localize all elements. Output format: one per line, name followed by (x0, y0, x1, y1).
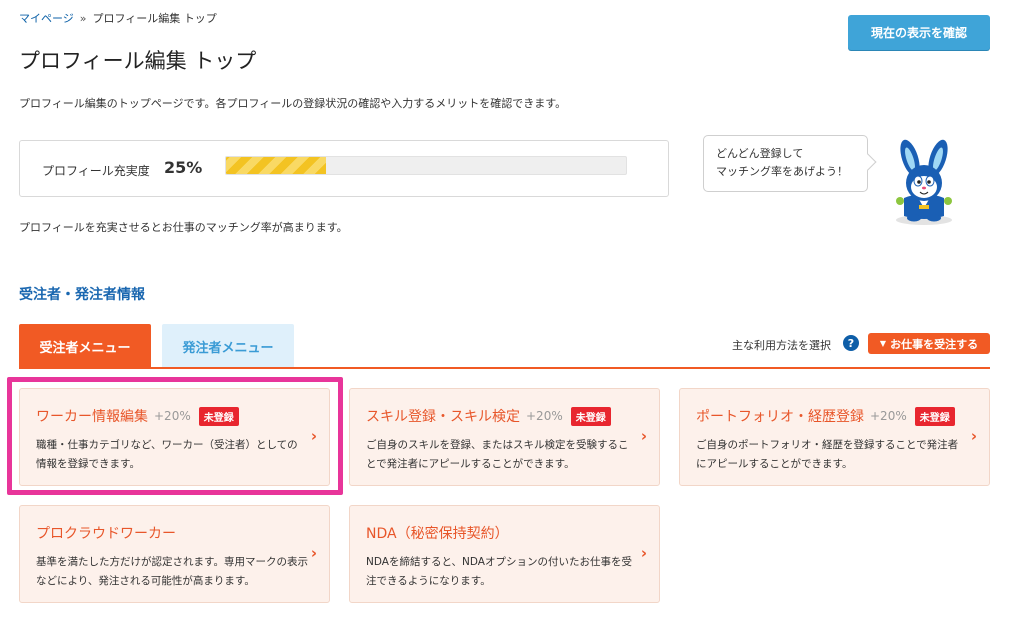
card-description: ご自身のポートフォリオ・経歴を登録することで発注者にアピールすることができます。 (696, 439, 959, 470)
card-description: 職種・仕事カテゴリなど、ワーカー（受注者）としての情報を登録できます。 (36, 439, 298, 470)
card-title: NDA（秘密保持契約） (366, 523, 509, 543)
card-title-text: ワーカー情報編集 (36, 409, 148, 425)
card-description: 基準を満たした方だけが認定されます。専用マークの表示などにより、発注される可能性… (36, 556, 308, 587)
card-pro-crowdworker[interactable]: プロクラウドワーカー 基準を満たした方だけが認定されます。専用マークの表示などに… (19, 505, 330, 603)
card-title: プロクラウドワーカー (36, 523, 176, 543)
tab-contractor-menu[interactable]: 受注者メニュー (19, 324, 151, 368)
profile-progress-bar (225, 156, 627, 175)
caret-down-icon: ▼ (879, 339, 887, 348)
chevron-right-icon: › (640, 427, 647, 445)
tab-underline (19, 367, 990, 369)
matching-note: プロフィールを充実させるとお仕事のマッチング率が高まります。 (19, 221, 348, 234)
card-nda[interactable]: NDA（秘密保持契約） NDAを締結すると、NDAオプションの付いたお仕事を受注… (349, 505, 660, 603)
card-description: ご自身のスキルを登録、またはスキル検定を受験することで発注者にアピールすることが… (366, 439, 629, 470)
page-title: プロフィール編集 トップ (19, 49, 257, 73)
chevron-right-icon: › (310, 427, 317, 445)
page-description: プロフィール編集のトップページです。各プロフィールの登録状況の確認や入力するメリ… (19, 97, 567, 110)
breadcrumb: マイページ » プロフィール編集 トップ (19, 10, 217, 26)
card-title-text: ポートフォリオ・経歴登録 (696, 409, 864, 425)
card-percent: +20% (526, 409, 563, 423)
card-title-text: NDA（秘密保持契約） (366, 526, 509, 542)
card-description: NDAを締結すると、NDAオプションの付いたお仕事を受注できるようになります。 (366, 556, 632, 587)
card-title: ワーカー情報編集 +20% 未登録 (36, 406, 239, 426)
profile-completeness-value: 25% (164, 158, 203, 177)
card-title-text: プロクラウドワーカー (36, 526, 176, 542)
status-badge: 未登録 (198, 406, 239, 426)
receive-work-button[interactable]: ▼ お仕事を受注する (868, 333, 990, 354)
card-portfolio[interactable]: ポートフォリオ・経歴登録 +20% 未登録 ご自身のポートフォリオ・経歴を登録す… (679, 388, 990, 486)
rabbit-mascot-icon (896, 139, 952, 225)
speech-bubble-line-2: マッチング率をあげよう！ (716, 165, 848, 178)
help-icon[interactable]: ? (843, 335, 859, 351)
profile-completeness-label: プロフィール充実度 (42, 164, 150, 178)
card-percent: +20% (870, 409, 907, 423)
breadcrumb-link-mypage[interactable]: マイページ (19, 12, 74, 25)
card-title-text: スキル登録・スキル検定 (366, 409, 520, 425)
breadcrumb-current: プロフィール編集 トップ (92, 12, 217, 25)
section-title: 受注者・発注者情報 (19, 287, 145, 303)
speech-bubble: どんどん登録して マッチング率をあげよう！ (703, 135, 877, 192)
receive-work-label: お仕事を受注する (890, 337, 979, 351)
card-skill[interactable]: スキル登録・スキル検定 +20% 未登録 ご自身のスキルを登録、またはスキル検定… (349, 388, 660, 486)
card-percent: +20% (154, 409, 191, 423)
chevron-right-icon: › (640, 544, 647, 562)
usage-method-label: 主な利用方法を選択 (732, 339, 831, 352)
tab-client-menu[interactable]: 発注者メニュー (162, 324, 294, 368)
profile-completeness-panel: プロフィール充実度 25% (19, 140, 669, 197)
profile-progress-fill (226, 157, 326, 174)
card-worker-info[interactable]: ワーカー情報編集 +20% 未登録 職種・仕事カテゴリなど、ワーカー（受注者）と… (19, 388, 330, 486)
card-title: スキル登録・スキル検定 +20% 未登録 (366, 406, 611, 426)
card-title: ポートフォリオ・経歴登録 +20% 未登録 (696, 406, 955, 426)
breadcrumb-separator: » (79, 12, 87, 25)
chevron-right-icon: › (310, 544, 317, 562)
chevron-right-icon: › (970, 427, 977, 445)
status-badge: 未登録 (570, 406, 611, 426)
status-badge: 未登録 (914, 406, 955, 426)
confirm-display-button[interactable]: 現在の表示を確認 (848, 15, 990, 50)
speech-bubble-line-1: どんどん登録して (716, 147, 804, 160)
speech-bubble-tail (859, 153, 877, 171)
